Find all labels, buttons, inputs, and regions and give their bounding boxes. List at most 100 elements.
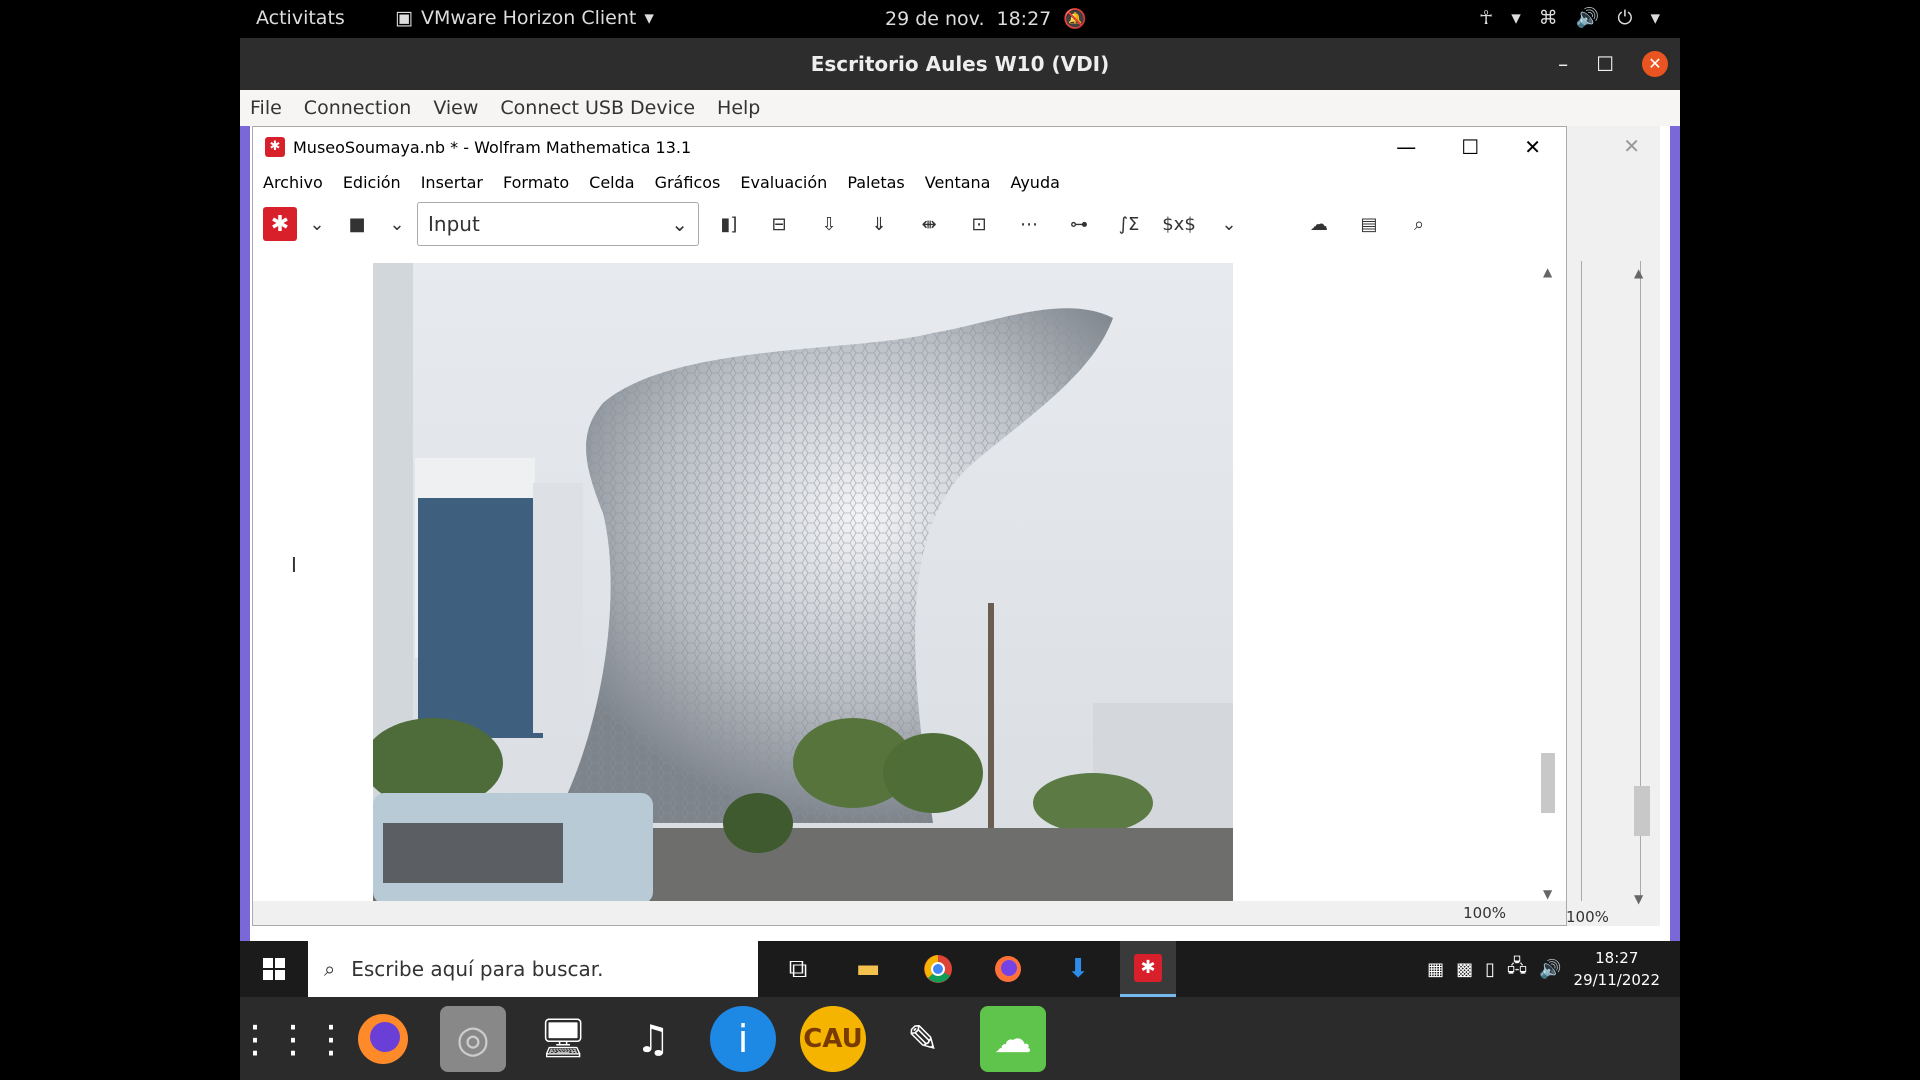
- task-view-icon[interactable]: ⧉: [770, 941, 826, 997]
- windows-taskbar: ⌕ Escribe aquí para buscar. ⧉ ▬ ⬇ ✱ ▦ ▩ …: [240, 941, 1680, 997]
- clock-date: 29 de nov.: [885, 7, 985, 30]
- maximize-button[interactable]: ☐: [1461, 135, 1479, 159]
- ubuntu-dock: ⋮⋮⋮ ◎ 🖥 ♫ i CAU ✎ ☁: [240, 997, 1680, 1080]
- insert-input-icon[interactable]: ⇩: [809, 206, 849, 242]
- notebook-area[interactable]: I: [253, 263, 1543, 904]
- zoom-level[interactable]: 100%: [1463, 904, 1506, 922]
- scrollbar[interactable]: ▲ ▼: [1634, 266, 1652, 906]
- usb-icon[interactable]: ▯: [1485, 959, 1495, 980]
- menu-view[interactable]: View: [433, 97, 478, 119]
- cau-icon[interactable]: CAU: [800, 1005, 866, 1072]
- minimize-button[interactable]: –: [1558, 38, 1568, 90]
- stop-icon[interactable]: ■: [337, 206, 377, 242]
- windows-start-button[interactable]: [240, 941, 308, 997]
- vmware-tray-icon[interactable]: ▩: [1456, 959, 1473, 980]
- chrome-icon[interactable]: [910, 941, 966, 997]
- firefox-icon[interactable]: [980, 941, 1036, 997]
- power-icon: ⏻: [1617, 6, 1633, 29]
- taskbar-search-box[interactable]: ⌕ Escribe aquí para buscar.: [308, 941, 758, 997]
- menu-connect-usb[interactable]: Connect USB Device: [500, 97, 695, 119]
- menu-archivo[interactable]: Archivo: [263, 173, 323, 192]
- notebook-scrollbar[interactable]: ▲ ▼: [1533, 263, 1561, 903]
- tray-app-icon[interactable]: ▦: [1427, 959, 1444, 980]
- menu-evaluacion[interactable]: Evaluación: [740, 173, 827, 192]
- chevron-down-icon: ▾: [1511, 6, 1521, 29]
- music-icon[interactable]: ♫: [620, 1006, 686, 1072]
- zoom-level[interactable]: 100%: [1566, 908, 1609, 926]
- activities-button[interactable]: Activitats: [256, 7, 345, 29]
- taskbar-time: 18:27: [1595, 949, 1639, 967]
- mathematica-statusbar: 100%: [253, 901, 1566, 925]
- maximize-button[interactable]: ☐: [1596, 38, 1614, 90]
- network-icon[interactable]: 🖧: [1507, 954, 1527, 984]
- close-button[interactable]: ✕: [1642, 51, 1668, 77]
- evaluate-icon[interactable]: ⊡: [959, 206, 999, 242]
- app-menu-label: VMware Horizon Client: [420, 7, 637, 29]
- chat-icon[interactable]: ☁: [980, 1005, 1046, 1072]
- menu-ayuda[interactable]: Ayuda: [1010, 173, 1059, 192]
- mathematica-toolbar: ✱ ⌄ ■ ⌄ Input ⌄ ▮] ⊟ ⇩ ⇓ ⇼ ⊡ ⋯ ⊶ ∫Σ $x$ …: [253, 199, 1566, 249]
- accessibility-icon[interactable]: ☥: [1479, 7, 1493, 29]
- chevron-down-icon[interactable]: ⌄: [387, 206, 407, 242]
- notebook-icon[interactable]: ▤: [1349, 206, 1389, 242]
- mathematica-gear-icon[interactable]: ✱: [263, 207, 297, 241]
- download-icon[interactable]: ⬇: [1050, 941, 1106, 997]
- menu-celda[interactable]: Celda: [589, 173, 634, 192]
- close-icon[interactable]: ✕: [1623, 134, 1640, 158]
- taskbar-date: 29/11/2022: [1573, 971, 1660, 989]
- menu-file[interactable]: File: [250, 97, 282, 119]
- chevron-double-down-icon[interactable]: ⌄: [1209, 206, 1249, 242]
- more-icon[interactable]: ⋯: [1009, 206, 1049, 242]
- cell-style-select[interactable]: Input ⌄: [417, 202, 699, 246]
- chevron-down-icon: ▾: [644, 7, 654, 29]
- taskbar-clock[interactable]: 18:27 29/11/2022: [1574, 947, 1660, 991]
- vmware-menubar: File Connection View Connect USB Device …: [240, 90, 1680, 126]
- remote-desktop: ✕ ▲ ▼ 100% ✱ MuseoSoumaya.nb * - Wolfram…: [250, 126, 1670, 941]
- volume-icon[interactable]: 🔊: [1539, 959, 1561, 980]
- divide-cell-icon[interactable]: ⊟: [759, 206, 799, 242]
- vmware-window-title: Escritorio Aules W10 (VDI): [810, 52, 1110, 76]
- taskbar-apps: ⧉ ▬ ⬇ ✱: [758, 941, 1176, 997]
- mathematica-taskbar-icon[interactable]: ✱: [1120, 941, 1176, 997]
- menu-help[interactable]: Help: [717, 97, 760, 119]
- minimize-button[interactable]: —: [1396, 135, 1416, 159]
- mathematica-menubar: Archivo Edición Insertar Formato Celda G…: [253, 167, 1566, 197]
- placeholder-icon[interactable]: ⊶: [1059, 206, 1099, 242]
- background-window: ✕ ▲ ▼ 100%: [1565, 126, 1660, 926]
- tex-icon[interactable]: $x$: [1159, 206, 1199, 242]
- file-explorer-icon[interactable]: ▬: [840, 941, 896, 997]
- info-icon[interactable]: i: [710, 1005, 776, 1072]
- menu-ventana[interactable]: Ventana: [925, 173, 991, 192]
- split-icon[interactable]: ⇼: [909, 206, 949, 242]
- clock[interactable]: 29 de nov. 18:27 🔕: [885, 7, 1087, 31]
- menu-paletas[interactable]: Paletas: [847, 173, 904, 192]
- menu-graficos[interactable]: Gráficos: [655, 173, 721, 192]
- remote-desktop-icon[interactable]: 🖥: [530, 1006, 596, 1072]
- gnome-top-bar: Activitats ▣ VMware Horizon Client ▾ 29 …: [240, 0, 1680, 38]
- cloud-upload-icon[interactable]: ☁: [1299, 206, 1339, 242]
- app-grid-icon[interactable]: ⋮⋮⋮: [240, 1006, 350, 1072]
- search-placeholder: Escribe aquí para buscar.: [351, 957, 604, 981]
- search-icon[interactable]: ⌕: [1399, 206, 1439, 242]
- insert-output-icon[interactable]: ⇓: [859, 206, 899, 242]
- integral-sum-icon[interactable]: ∫Σ: [1109, 206, 1149, 242]
- menu-formato[interactable]: Formato: [503, 173, 569, 192]
- background-window-content: [1581, 261, 1641, 901]
- cell-bracket-icon[interactable]: ▮]: [709, 206, 749, 242]
- volume-icon: 🔊: [1575, 7, 1600, 29]
- close-button[interactable]: ✕: [1524, 135, 1541, 159]
- system-tray[interactable]: ☥ ▾ ⌘ 🔊 ⏻ ▾: [1479, 6, 1660, 30]
- app-menu[interactable]: ▣ VMware Horizon Client ▾: [395, 7, 654, 29]
- disk-icon[interactable]: ◎: [440, 1005, 506, 1072]
- photo-image: [373, 263, 1233, 904]
- vmware-app-icon: ▣: [395, 7, 413, 29]
- menu-edicion[interactable]: Edición: [343, 173, 401, 192]
- chevron-down-icon[interactable]: ⌄: [307, 206, 327, 242]
- firefox-icon[interactable]: [350, 1006, 416, 1072]
- notes-icon[interactable]: ✎: [890, 1006, 956, 1072]
- menu-insertar[interactable]: Insertar: [421, 173, 483, 192]
- search-icon: ⌕: [324, 957, 336, 981]
- menu-connection[interactable]: Connection: [304, 97, 412, 119]
- mathematica-window-title: MuseoSoumaya.nb * - Wolfram Mathematica …: [293, 137, 692, 157]
- notifications-off-icon: 🔕: [1063, 8, 1087, 30]
